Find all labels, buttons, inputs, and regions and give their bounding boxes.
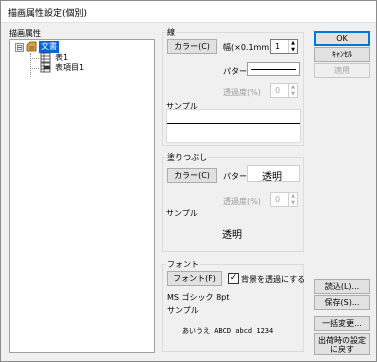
stepper-arrows-icon[interactable]: ▲ ▼ [288, 84, 297, 97]
stepper-arrows-icon[interactable]: ▲ ▼ [288, 40, 297, 53]
line-pattern-select[interactable] [247, 62, 300, 76]
line-sample-preview [166, 109, 301, 143]
save-button[interactable]: 保存(S)... [314, 295, 370, 310]
fill-transparency-label: 透過度(%) [223, 197, 261, 206]
fill-transparency-stepper[interactable]: 0 ▲ ▼ [270, 192, 298, 207]
line-width-label: 幅(×0.1mm) [223, 43, 273, 52]
sample-line [167, 123, 300, 124]
tree-label: 描画属性 [9, 29, 41, 38]
line-group-label: 線 [166, 27, 176, 38]
tree-connector-line [30, 58, 39, 59]
attribute-tree[interactable]: ⊟ 文書 表1 表項目1 [9, 39, 155, 353]
stepper-arrows-icon[interactable]: ▲ ▼ [288, 193, 297, 206]
table-item-icon [40, 62, 51, 73]
line-transparency-label: 透過度(%) [223, 88, 261, 97]
tree-connector-line [30, 53, 31, 77]
font-button[interactable]: フォント(F) [167, 271, 222, 286]
transparent-background-label: 背景を透過にする [241, 275, 306, 284]
bulk-change-button[interactable]: 一括変更... [314, 316, 370, 331]
line-transparency-stepper[interactable]: 0 ▲ ▼ [270, 83, 298, 98]
reset-to-default-button[interactable]: 出荷時の設定 に戻す [314, 333, 370, 355]
line-color-button[interactable]: カラー(C) [167, 39, 217, 54]
document-folder-icon [26, 41, 37, 52]
apply-button[interactable]: 適用 [314, 63, 370, 78]
fill-sample-preview: 透明 [166, 216, 301, 248]
dialog-window: 描画属性設定(個別) 描画属性 ⊟ 文書 表1 表項目1 線 カラー(C) 幅(… [0, 0, 377, 362]
title-bar: 描画属性設定(個別) [1, 1, 376, 23]
tree-item-table-item[interactable]: 表項目1 [40, 62, 86, 74]
transparent-background-checkbox[interactable]: ✓ [228, 273, 239, 284]
solid-line-pattern [251, 69, 296, 70]
font-group-label: フォント [166, 259, 200, 270]
cancel-button[interactable]: ｷｬﾝｾﾙ [314, 47, 370, 62]
collapse-toggle-icon[interactable]: ⊟ [15, 43, 24, 52]
ok-button[interactable]: OK [314, 31, 370, 46]
load-button[interactable]: 読込(L)... [314, 279, 370, 294]
fill-color-button[interactable]: カラー(C) [167, 168, 217, 183]
font-sample-preview: あいうえ ABCD abcd 1234 [166, 315, 301, 347]
fill-group-label: 塗りつぶし [166, 152, 209, 163]
line-width-stepper[interactable]: 1 ▲ ▼ [270, 39, 298, 54]
fill-pattern-select[interactable]: 透明 [247, 165, 300, 183]
window-title: 描画属性設定(個別) [8, 9, 88, 19]
tree-connector-line [30, 68, 39, 69]
font-name-label: MS ゴシック 8pt [167, 293, 230, 302]
